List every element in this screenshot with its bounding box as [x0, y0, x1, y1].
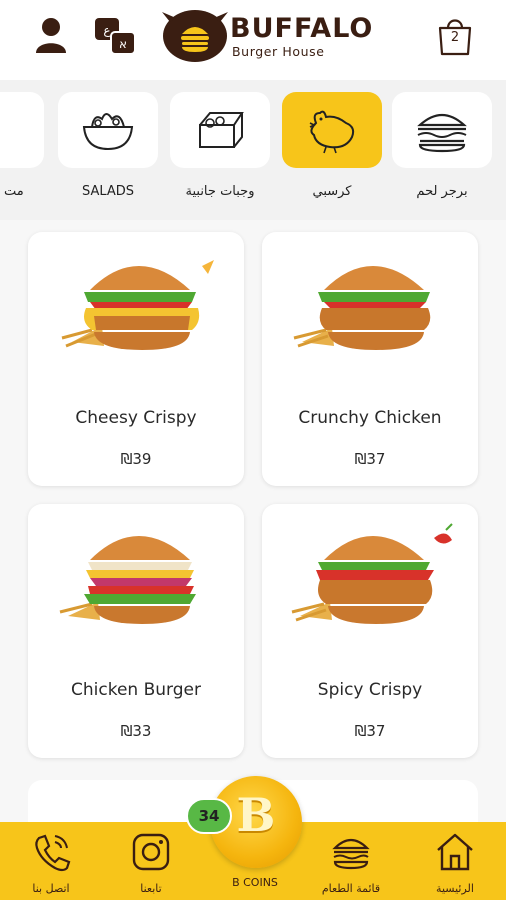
- product-price: ₪37: [354, 722, 386, 740]
- spicy-crispy-image: [291, 523, 453, 624]
- category-label: وجبات جانبية: [185, 184, 255, 199]
- coins-count-badge: 34: [186, 798, 232, 834]
- salad-bowl-icon: [82, 113, 134, 151]
- product-name: Crunchy Chicken: [298, 408, 442, 428]
- product-card[interactable]: Spicy Crispy ₪37: [262, 504, 478, 758]
- side-meals-icon: [199, 112, 244, 148]
- home-icon: [437, 833, 473, 871]
- nav-label: B COINS: [232, 876, 278, 889]
- nav-menu[interactable]: قائمة الطعام: [306, 830, 396, 896]
- category-salads[interactable]: SALADS: [58, 92, 158, 202]
- chicken-burger-image: [59, 536, 196, 624]
- svg-text:א: א: [119, 37, 127, 51]
- category-label: مت: [4, 184, 24, 199]
- logo-subtitle: Burger House: [232, 44, 325, 59]
- category-label: كرسبي: [312, 184, 352, 199]
- nav-contact[interactable]: اتصل بنا: [6, 830, 96, 896]
- category-side-meals[interactable]: وجبات جانبية: [170, 92, 270, 202]
- burger-menu-icon: [332, 838, 370, 870]
- buffalo-logo-icon: [162, 10, 228, 62]
- product-price: ₪37: [354, 450, 386, 468]
- bcoins-button[interactable]: B 34 B COINS: [186, 770, 310, 900]
- category-partial[interactable]: مت: [0, 92, 44, 202]
- chicken-icon: [309, 110, 355, 154]
- nav-label: اتصل بنا: [32, 882, 70, 895]
- product-price: ₪33: [120, 722, 152, 740]
- category-label: برجر لحم: [416, 184, 468, 199]
- instagram-icon: [132, 833, 170, 871]
- app-header: ع א BUFFALO Burger House 2: [0, 0, 506, 80]
- beef-burger-icon: [417, 113, 467, 153]
- logo-title: BUFFALO: [230, 13, 374, 44]
- user-icon[interactable]: [34, 16, 68, 54]
- product-card[interactable]: Chicken Burger ₪33: [28, 504, 244, 758]
- phone-icon: [35, 834, 71, 872]
- category-label: SALADS: [81, 184, 135, 199]
- nav-follow[interactable]: تابعنا: [106, 830, 196, 896]
- crunchy-chicken-image: [293, 266, 431, 350]
- category-strip: مت SALADS وجبات جانبية كرسبي برجر لحم: [0, 80, 506, 220]
- cart-count: 2: [450, 30, 460, 45]
- category-crispy[interactable]: كرسبي: [282, 92, 382, 202]
- product-price: ₪39: [120, 450, 152, 468]
- category-beef-burger[interactable]: برجر لحم: [392, 92, 492, 202]
- nav-label: قائمة الطعام: [321, 882, 381, 895]
- product-card[interactable]: Crunchy Chicken ₪37: [262, 232, 478, 486]
- nav-label: تابعنا: [140, 882, 162, 895]
- cart-button[interactable]: 2: [434, 16, 476, 56]
- product-card[interactable]: Cheesy Crispy ₪39: [28, 232, 244, 486]
- product-name: Spicy Crispy: [317, 680, 423, 700]
- product-name: Cheesy Crispy: [75, 408, 197, 428]
- cheesy-crispy-image: [61, 260, 214, 350]
- brand-logo: BUFFALO Burger House: [160, 8, 372, 64]
- product-name: Chicken Burger: [71, 680, 201, 700]
- language-icon[interactable]: ع א: [93, 16, 139, 56]
- nav-home[interactable]: الرئيسية: [410, 830, 500, 896]
- nav-label: الرئيسية: [436, 882, 474, 895]
